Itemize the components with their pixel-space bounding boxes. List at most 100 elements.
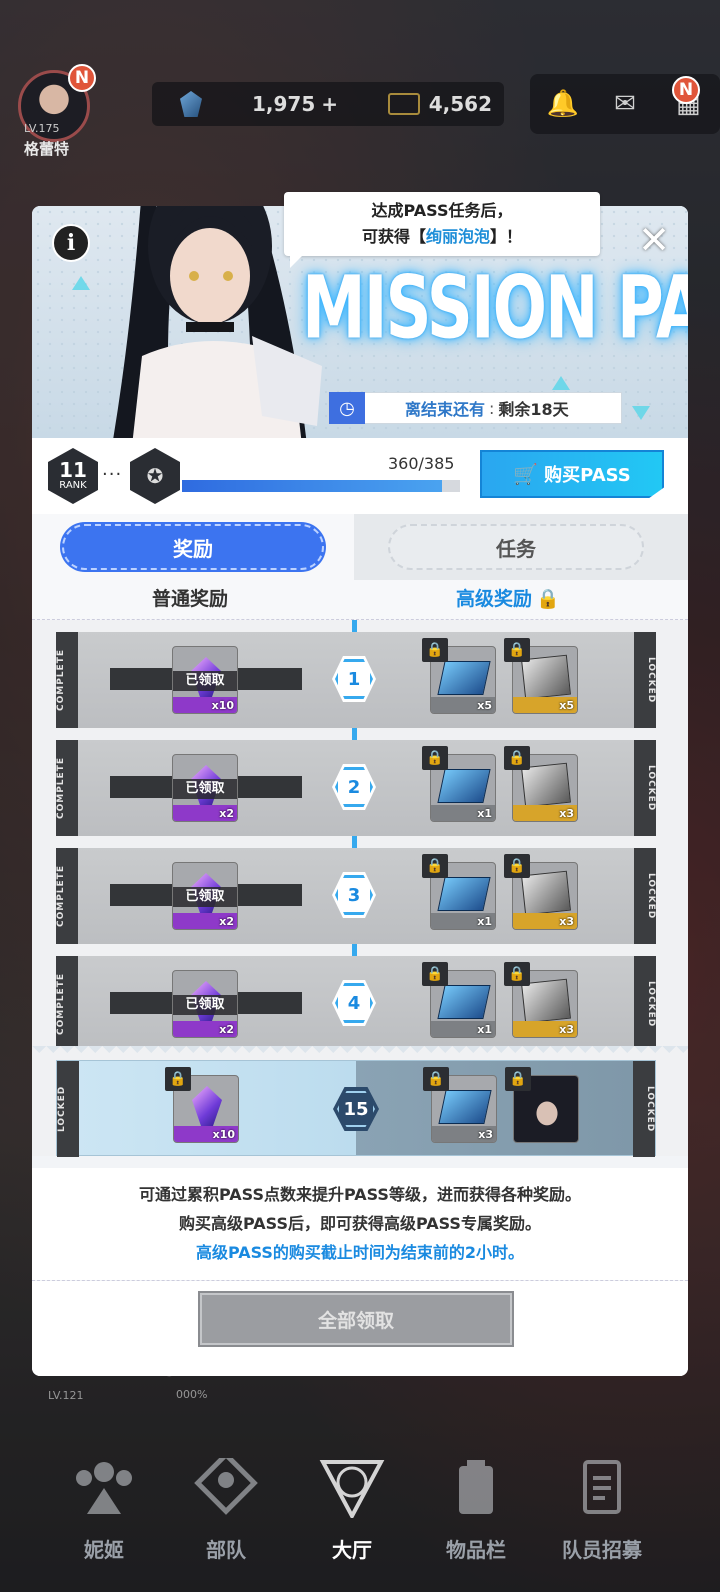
- add-gems-button[interactable]: +: [321, 92, 338, 116]
- info-line-highlight: 高级PASS的购买截止时间为结束前的2小时。: [195, 1243, 525, 1262]
- level-number: 3: [335, 875, 373, 915]
- item-quantity: x2: [219, 807, 234, 820]
- mail-icon[interactable]: ✉: [610, 89, 640, 119]
- item-quantity: x2: [219, 915, 234, 928]
- lock-icon: 🔒: [422, 962, 448, 986]
- player-level: LV.175: [24, 122, 60, 135]
- reward-row[interactable]: COMPLETE 已领取 x2 4 x1 🔒 x3 🔒 LOCKED: [56, 956, 656, 1052]
- purple-gem-icon: [192, 1086, 222, 1126]
- reward-row[interactable]: COMPLETE 已领取 x10 1 x5 🔒 x5 🔒 LOCKED: [56, 632, 656, 728]
- lock-icon: 🔒: [504, 638, 530, 662]
- decor-triangle: [552, 376, 570, 390]
- item-quantity: x5: [477, 699, 492, 712]
- speech-line-2: 可获得【绚丽泡泡】！: [284, 224, 600, 250]
- tabs-row: 奖励 任务: [32, 514, 688, 580]
- item-quantity: x3: [478, 1128, 493, 1141]
- level-badge: 4: [332, 980, 376, 1026]
- gem-count: 1,975: [252, 92, 316, 116]
- row-status-tag: LOCKED: [57, 1061, 79, 1157]
- recruit-icon: [583, 1460, 621, 1514]
- final-reward-row[interactable]: LOCKED x10 🔒 15 x3 🔒 🔒 LOCKED: [56, 1060, 656, 1157]
- claim-all-button[interactable]: 全部领取: [198, 1291, 514, 1347]
- clock-icon: ◷: [329, 392, 365, 424]
- level-badge: 1: [332, 656, 376, 702]
- nav-recruit[interactable]: 队员招募: [542, 1458, 662, 1563]
- info-button[interactable]: i: [52, 224, 90, 262]
- lobby-icon: [319, 1460, 385, 1521]
- end-timer: ◷ 离结束还有 : 剩余18天: [328, 392, 622, 424]
- speech-line: 达成PASS任务后，: [371, 201, 513, 220]
- credit-icon: [388, 93, 421, 115]
- item-quantity: x1: [477, 807, 492, 820]
- progress-fill: [182, 480, 442, 492]
- defense-percent: 000%: [176, 1388, 208, 1401]
- currency-bar: 1,975 + 4,562: [152, 82, 504, 126]
- nav-inventory[interactable]: 物品栏: [416, 1458, 536, 1563]
- level-badge: 2: [332, 764, 376, 810]
- claimed-label: 已领取: [173, 779, 237, 799]
- free-reward-item[interactable]: 已领取 x2: [172, 754, 238, 822]
- item-quantity: x3: [559, 915, 574, 928]
- free-reward-item[interactable]: 已领取 x10: [172, 646, 238, 714]
- item-quantity: x3: [559, 807, 574, 820]
- claimed-label: 已领取: [173, 887, 237, 907]
- item-quantity: x10: [212, 1128, 235, 1141]
- nav-label: 大厅: [332, 1538, 372, 1562]
- speech-highlight: 绚丽泡泡: [425, 227, 490, 246]
- timer-value: 剩余18天: [498, 400, 569, 419]
- nav-lobby[interactable]: 大厅: [292, 1458, 412, 1563]
- mission-pass-modal: i ✕ MISSION PASS ◷ 离结束还有 : 剩余18天 11 RANK…: [32, 206, 688, 1376]
- timer-label: 离结束还有: [405, 400, 486, 419]
- row-status-tag: COMPLETE: [56, 848, 78, 944]
- lock-icon: 🔒: [504, 746, 530, 770]
- row-locked-tag: LOCKED: [634, 848, 656, 944]
- inventory-icon: [459, 1460, 493, 1514]
- lock-icon: 🔒: [422, 638, 448, 662]
- pass-progress-row: 11 RANK ··· ✪ 360/385 🛒 购买PASS: [32, 438, 688, 514]
- hub-top-bar: N LV.175 格蕾特 1,975 + 4,562 🔔 ✉ ▦ N: [0, 62, 720, 158]
- claimed-label: 已领取: [173, 995, 237, 1015]
- lock-icon: 🔒: [504, 854, 530, 878]
- tab-missions[interactable]: 任务: [388, 524, 644, 570]
- decor-triangle: [632, 406, 650, 420]
- reward-row[interactable]: COMPLETE 已领取 x2 3 x1 🔒 x3 🔒 LOCKED: [56, 848, 656, 944]
- reward-list[interactable]: COMPLETE 已领取 x10 1 x5 🔒 x5 🔒 LOCKED COMP…: [32, 620, 688, 1157]
- blue-module-icon: [437, 985, 491, 1019]
- claimed-label: 已领取: [173, 671, 237, 691]
- rank-number: 11: [59, 458, 87, 482]
- blue-module-icon: [437, 661, 491, 695]
- item-quantity: x3: [559, 1023, 574, 1036]
- free-reward-item[interactable]: 已领取 x2: [172, 970, 238, 1038]
- nav-label: 部队: [206, 1538, 246, 1562]
- new-badge: N: [68, 64, 96, 92]
- medal-icon: ✪: [130, 448, 180, 504]
- credit-count: 4,562: [428, 92, 492, 116]
- nav-label: 物品栏: [446, 1538, 506, 1562]
- lock-icon: 🔒: [536, 588, 560, 610]
- buy-pass-button[interactable]: 🛒 购买PASS: [480, 450, 664, 498]
- info-line: 购买高级PASS后，即可获得高级PASS专属奖励。: [179, 1214, 541, 1233]
- tab-rewards[interactable]: 奖励: [62, 524, 324, 570]
- rank-label: RANK: [59, 480, 87, 491]
- close-button[interactable]: ✕: [634, 220, 674, 260]
- bell-icon[interactable]: 🔔: [547, 89, 579, 119]
- level-number: 1: [335, 659, 373, 699]
- row-status-tag: COMPLETE: [56, 956, 78, 1052]
- info-line: 可通过累积PASS点数来提升PASS等级，进而获得各种奖励。: [139, 1185, 581, 1204]
- nav-squad[interactable]: 部队: [166, 1451, 286, 1563]
- gem-icon: [180, 91, 202, 117]
- item-quantity: x5: [559, 699, 574, 712]
- speech-pre: 可获得【: [361, 227, 426, 246]
- premium-rewards-header: 高级奖励 🔒: [456, 584, 560, 611]
- blue-module-icon: [437, 769, 491, 803]
- blue-module-icon: [437, 877, 491, 911]
- nikke-icon: [76, 1462, 132, 1514]
- speech-post: 】！: [490, 227, 523, 246]
- reward-row[interactable]: COMPLETE 已领取 x2 2 x1 🔒 x3 🔒 LOCKED: [56, 740, 656, 836]
- nav-nikke[interactable]: 妮姬: [44, 1458, 164, 1563]
- free-reward-item[interactable]: 已领取 x2: [172, 862, 238, 930]
- progress-text: 360/385: [388, 454, 455, 473]
- pass-info-text: 可通过累积PASS点数来提升PASS等级，进而获得各种奖励。 购买高级PASS后…: [32, 1168, 688, 1280]
- reward-column-headers: 普通奖励 高级奖励 🔒: [32, 580, 688, 620]
- bottom-nav: 妮姬 部队 大厅 物品栏 队员招募: [0, 1428, 720, 1592]
